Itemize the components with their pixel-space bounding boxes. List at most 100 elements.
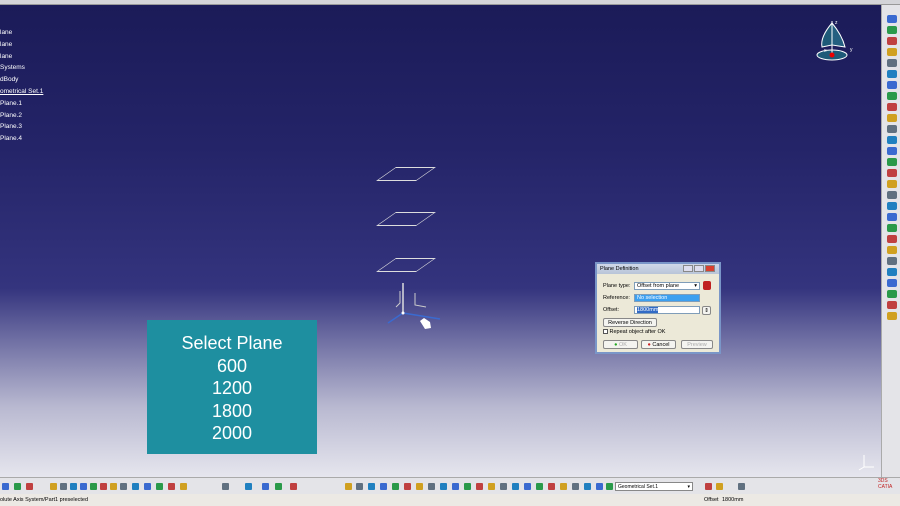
toolbar-icon[interactable] [404, 483, 411, 490]
plane-geometry[interactable] [376, 258, 436, 272]
toolbar-icon[interactable] [887, 235, 897, 243]
toolbar-icon[interactable] [536, 483, 543, 490]
toolbar-icon[interactable] [887, 125, 897, 133]
toolbar-icon[interactable] [887, 81, 897, 89]
toolbar-icon[interactable] [548, 483, 555, 490]
tree-item-plane[interactable]: Plane.2 [0, 110, 43, 122]
toolbar-icon[interactable] [887, 312, 897, 320]
tree-item-plane[interactable]: Plane.1 [0, 98, 43, 110]
cancel-button[interactable]: ● Cancel [641, 340, 676, 349]
toolbar-icon[interactable] [356, 483, 363, 490]
toolbar-icon[interactable] [887, 257, 897, 265]
toolbar-icon[interactable] [596, 483, 603, 490]
toolbar-icon[interactable] [120, 483, 127, 490]
toolbar-icon[interactable] [168, 483, 175, 490]
reference-field[interactable]: No selection [634, 294, 700, 302]
toolbar-icon[interactable] [180, 483, 187, 490]
tree-item[interactable]: lane [0, 51, 43, 63]
compass-icon[interactable]: z y x [812, 17, 862, 67]
toolbar-icon[interactable] [245, 483, 252, 490]
toolbar-icon[interactable] [887, 279, 897, 287]
toolbar-icon[interactable] [887, 158, 897, 166]
geometrical-set-select[interactable]: Geometrical Set.1 ▾ [615, 482, 693, 491]
toolbar-icon[interactable] [887, 213, 897, 221]
repeat-checkbox[interactable] [603, 329, 608, 335]
preview-button[interactable]: Preview [681, 340, 713, 349]
toolbar-icon[interactable] [887, 147, 897, 155]
toolbar-icon[interactable] [705, 483, 712, 490]
reverse-direction-button[interactable]: Reverse Direction [603, 318, 657, 327]
toolbar-icon[interactable] [887, 59, 897, 67]
toolbar-icon[interactable] [464, 483, 471, 490]
toolbar-icon[interactable] [887, 70, 897, 78]
toolbar-icon[interactable] [222, 483, 229, 490]
toolbar-icon[interactable] [440, 483, 447, 490]
toolbar-icon[interactable] [60, 483, 67, 490]
minimize-button[interactable] [694, 265, 704, 272]
lock-icon[interactable] [703, 281, 711, 290]
toolbar-icon[interactable] [110, 483, 117, 490]
toolbar-icon[interactable] [452, 483, 459, 490]
toolbar-icon[interactable] [887, 202, 897, 210]
ok-button[interactable]: ● OK [603, 340, 638, 349]
toolbar-icon[interactable] [887, 48, 897, 56]
toolbar-icon[interactable] [887, 26, 897, 34]
toolbar-icon[interactable] [572, 483, 579, 490]
toolbar-icon[interactable] [887, 290, 897, 298]
toolbar-icon[interactable] [70, 483, 77, 490]
toolbar-icon[interactable] [887, 92, 897, 100]
toolbar-icon[interactable] [524, 483, 531, 490]
tree-item-plane[interactable]: Plane.4 [0, 133, 43, 145]
toolbar-icon[interactable] [500, 483, 507, 490]
toolbar-icon[interactable] [887, 246, 897, 254]
offset-spinner[interactable]: ⇕ [702, 306, 711, 315]
toolbar-icon[interactable] [290, 483, 297, 490]
3d-viewport[interactable]: lane lane lane Systems dBody ometrical S… [0, 5, 881, 477]
toolbar-icon[interactable] [80, 483, 87, 490]
toolbar-icon[interactable] [887, 37, 897, 45]
tree-item[interactable]: Systems [0, 62, 43, 74]
toolbar-icon[interactable] [392, 483, 399, 490]
toolbar-icon[interactable] [100, 483, 107, 490]
toolbar-icon[interactable] [488, 483, 495, 490]
toolbar-icon[interactable] [584, 483, 591, 490]
toolbar-icon[interactable] [606, 483, 613, 490]
toolbar-icon[interactable] [132, 483, 139, 490]
toolbar-icon[interactable] [156, 483, 163, 490]
toolbar-icon[interactable] [262, 483, 269, 490]
tree-item-plane[interactable]: Plane.3 [0, 121, 43, 133]
toolbar-icon[interactable] [428, 483, 435, 490]
toolbar-icon[interactable] [887, 136, 897, 144]
plane-geometry[interactable] [376, 167, 436, 181]
offset-field[interactable]: 1800mm [634, 306, 700, 314]
toolbar-icon[interactable] [368, 483, 375, 490]
toolbar-icon[interactable] [26, 483, 33, 490]
toolbar-icon[interactable] [887, 114, 897, 122]
toolbar-icon[interactable] [887, 103, 897, 111]
toolbar-icon[interactable] [887, 224, 897, 232]
plane-type-select[interactable]: Offset from plane ▾ [634, 282, 700, 290]
toolbar-icon[interactable] [416, 483, 423, 490]
tree-item-geometrical-set[interactable]: ometrical Set.1 [0, 86, 43, 98]
toolbar-icon[interactable] [887, 268, 897, 276]
toolbar-icon[interactable] [887, 15, 897, 23]
tree-item[interactable]: dBody [0, 74, 43, 86]
toolbar-icon[interactable] [887, 191, 897, 199]
toolbar-icon[interactable] [14, 483, 21, 490]
toolbar-icon[interactable] [887, 180, 897, 188]
close-button[interactable] [705, 265, 715, 272]
tree-item[interactable]: lane [0, 39, 43, 51]
toolbar-icon[interactable] [50, 483, 57, 490]
toolbar-icon[interactable] [90, 483, 97, 490]
toolbar-icon[interactable] [345, 483, 352, 490]
tree-item[interactable]: lane [0, 27, 43, 39]
toolbar-icon[interactable] [716, 483, 723, 490]
toolbar-icon[interactable] [380, 483, 387, 490]
plane-geometry[interactable] [376, 212, 436, 226]
help-button[interactable] [683, 265, 693, 272]
toolbar-icon[interactable] [738, 483, 745, 490]
toolbar-icon[interactable] [887, 301, 897, 309]
toolbar-icon[interactable] [144, 483, 151, 490]
toolbar-icon[interactable] [2, 483, 9, 490]
toolbar-icon[interactable] [560, 483, 567, 490]
